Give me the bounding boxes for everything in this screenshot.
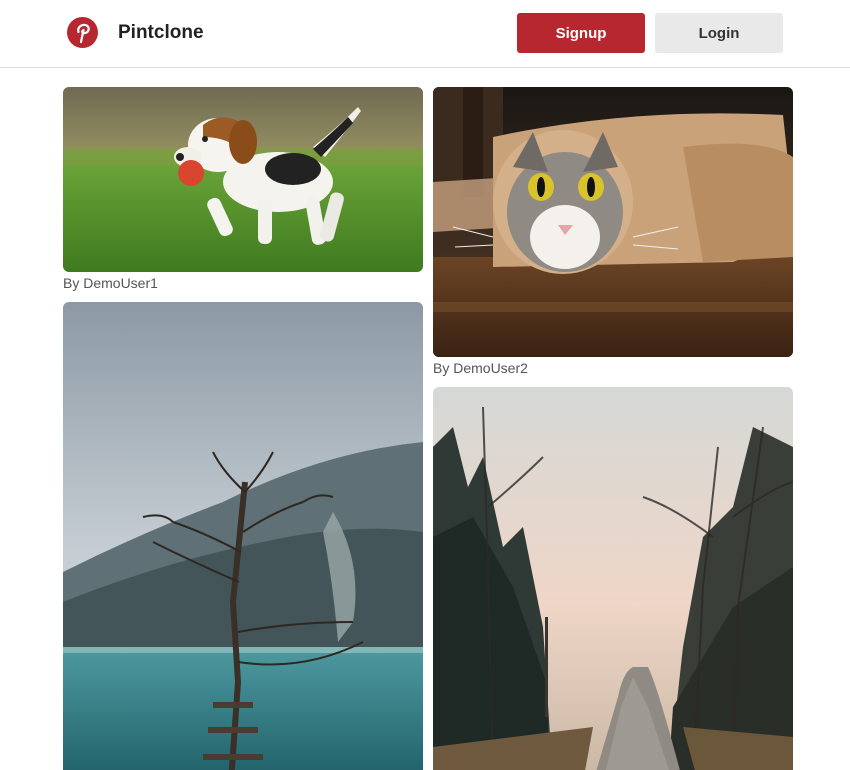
top-navbar: Pintclone Signup Login <box>0 0 850 68</box>
brand-name[interactable]: Pintclone <box>118 22 204 44</box>
pin-image-forest-road[interactable] <box>433 387 793 770</box>
pin-author: By DemoUser2 <box>433 360 528 376</box>
pinterest-logo-icon[interactable] <box>67 17 98 48</box>
login-button[interactable]: Login <box>655 13 783 53</box>
pin-image-cat[interactable] <box>433 87 793 357</box>
signup-button[interactable]: Signup <box>517 13 645 53</box>
pin-author: By DemoUser1 <box>63 275 158 291</box>
pin-image-beagle[interactable] <box>63 87 423 272</box>
pin-image-lake-tree[interactable] <box>63 302 423 770</box>
